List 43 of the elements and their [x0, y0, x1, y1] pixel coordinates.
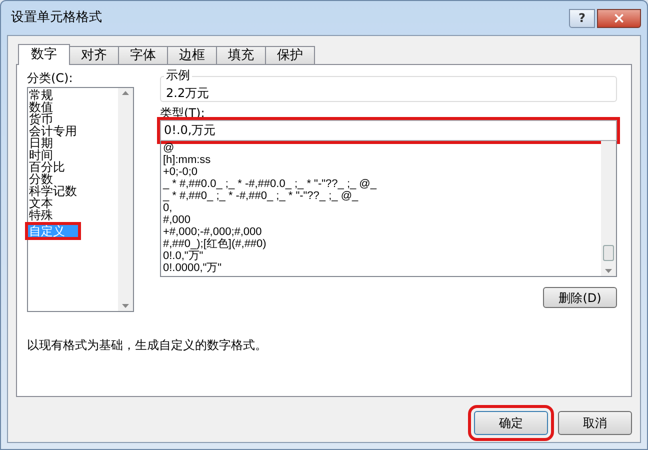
- category-item[interactable]: 文本: [28, 197, 118, 209]
- format-item[interactable]: @: [163, 142, 601, 154]
- category-item[interactable]: 科学记数: [28, 185, 118, 197]
- format-item[interactable]: +0;-0;0: [163, 166, 601, 178]
- format-item[interactable]: 0!.0,"万": [163, 250, 601, 262]
- sample-value: 2.2万元: [166, 86, 210, 100]
- scroll-down-arrow-icon[interactable]: [122, 304, 129, 308]
- format-item[interactable]: _ * #,##0_ ;_ * -#,##0_ ;_ * "-"??_ ;_ @_: [163, 190, 601, 202]
- dialog-button[interactable]: 取消: [558, 411, 632, 435]
- tab[interactable]: 边框: [167, 46, 217, 64]
- tab[interactable]: 填充: [216, 46, 266, 64]
- tab[interactable]: 数字: [18, 44, 70, 65]
- category-item[interactable]: 会计专用: [28, 125, 118, 137]
- format-item[interactable]: [h]:mm:ss: [163, 154, 601, 166]
- tab[interactable]: 字体: [118, 46, 168, 64]
- tab[interactable]: 保护: [265, 46, 315, 64]
- scroll-up-arrow-icon[interactable]: [122, 91, 129, 95]
- category-item[interactable]: 特殊: [28, 209, 118, 221]
- category-item[interactable]: 常规: [28, 89, 118, 101]
- scrollbar[interactable]: [118, 88, 133, 311]
- format-item[interactable]: +#,000;-#,000;#,000: [163, 226, 601, 238]
- category-item[interactable]: 日期: [28, 137, 118, 149]
- category-item[interactable]: 分数: [28, 173, 118, 185]
- category-item[interactable]: 时间: [28, 149, 118, 161]
- format-item[interactable]: _ * #,##0.0_ ;_ * -#,##0.0_ ;_ * "-"??_ ;_ @_: [163, 178, 601, 190]
- category-item[interactable]: 数值: [28, 101, 118, 113]
- sample-label: 示例: [164, 68, 192, 82]
- help-button[interactable]: ?: [569, 8, 595, 28]
- scroll-thumb[interactable]: [603, 245, 614, 261]
- category-label: 分类(C):: [27, 70, 74, 87]
- tab[interactable]: 对齐: [69, 46, 119, 64]
- window-title: 设置单元格格式: [11, 9, 102, 28]
- scrollbar[interactable]: [601, 141, 616, 276]
- scroll-down-arrow-icon[interactable]: [605, 269, 612, 273]
- format-item[interactable]: 0,: [163, 202, 601, 214]
- format-item[interactable]: 0!.0000,"万": [163, 262, 601, 274]
- description-text: 以现有格式为基础，生成自定义的数字格式。: [27, 337, 268, 354]
- category-item[interactable]: 百分比: [28, 161, 118, 173]
- format-item[interactable]: #,000: [163, 214, 601, 226]
- delete-button[interactable]: 删除(D): [543, 287, 617, 308]
- format-item[interactable]: #,##0_);[红色](#,##0): [163, 238, 601, 250]
- category-item[interactable]: 货币: [28, 113, 118, 125]
- type-input-field[interactable]: 0!.0,万元: [160, 120, 617, 141]
